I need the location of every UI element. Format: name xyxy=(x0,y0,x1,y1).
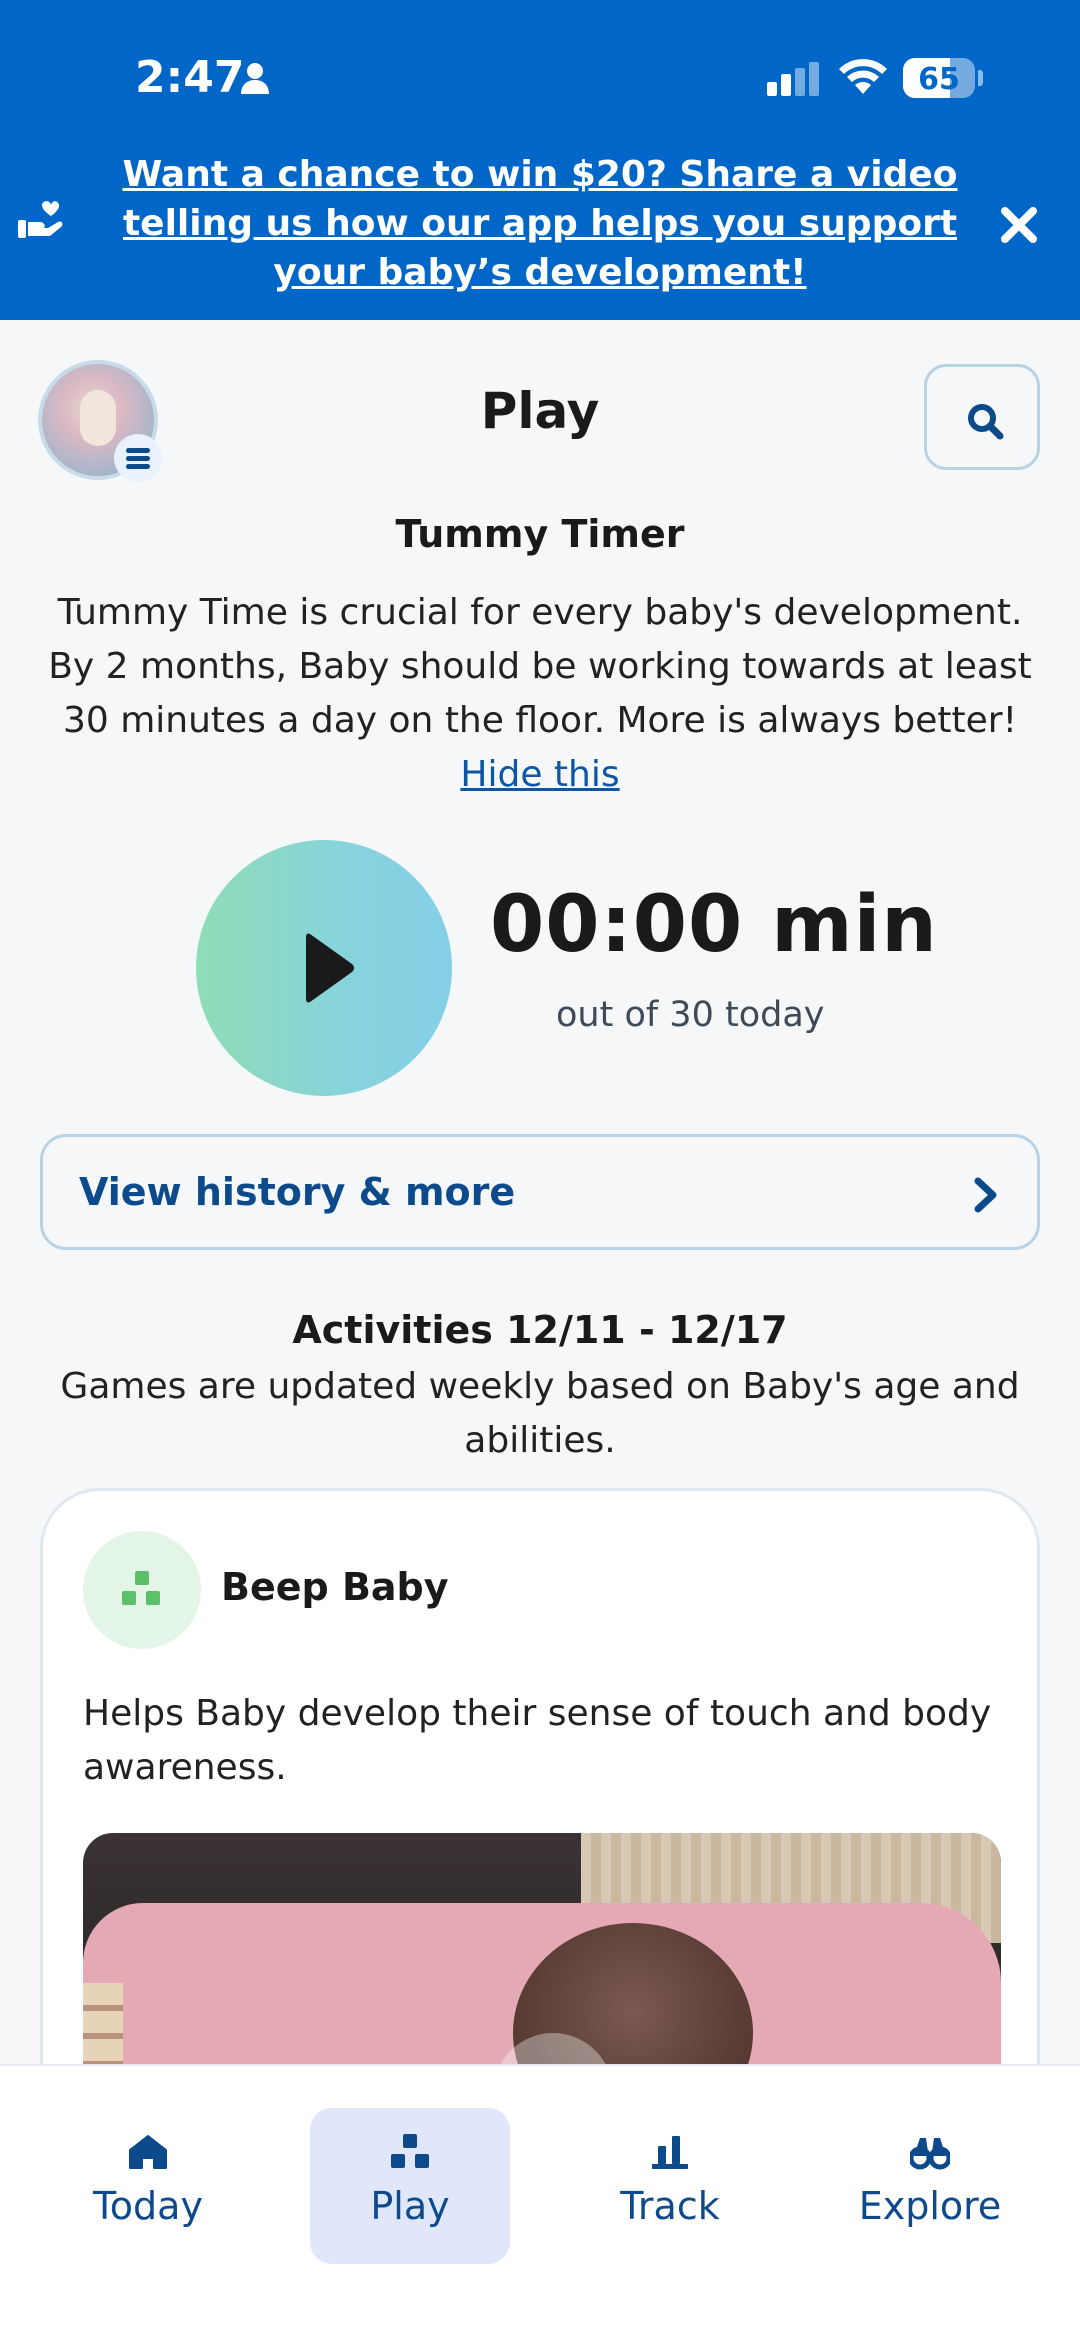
nav-explore[interactable]: Explore xyxy=(830,2108,1030,2264)
bar-chart-icon xyxy=(652,2136,688,2169)
play-icon xyxy=(306,933,354,1003)
activity-title: Beep Baby xyxy=(221,1565,449,1609)
nav-today[interactable]: Today xyxy=(48,2108,248,2264)
signal-icon xyxy=(767,62,819,96)
chevron-right-icon xyxy=(974,1177,997,1213)
wifi-icon xyxy=(839,59,887,94)
search-button[interactable] xyxy=(924,364,1040,470)
view-history-label: View history & more xyxy=(79,1170,516,1214)
blocks-icon xyxy=(122,1571,160,1605)
timer-title: Tummy Timer xyxy=(395,512,685,556)
nav-label: Explore xyxy=(858,2184,1002,2228)
menu-icon xyxy=(126,448,150,469)
page-title: Play xyxy=(480,382,600,440)
nav-track[interactable]: Track xyxy=(570,2108,770,2264)
battery-indicator: 65 xyxy=(903,58,975,98)
timer-unit: min xyxy=(771,880,938,970)
hide-link[interactable]: Hide this xyxy=(460,754,619,795)
bottom-nav: Today Play Track Explore xyxy=(0,2064,1080,2347)
timer-description-text: Tummy Time is crucial for every baby's d… xyxy=(48,592,1032,741)
blocks-icon xyxy=(391,2134,429,2168)
timer-play-button[interactable] xyxy=(196,840,452,1096)
status-bar: 2:47 65 xyxy=(0,52,1080,108)
timer-description: Tummy Time is crucial for every baby's d… xyxy=(34,586,1046,802)
activity-description: Helps Baby develop their sense of touch … xyxy=(83,1693,992,1788)
search-icon xyxy=(968,404,1004,440)
nav-label: Play xyxy=(370,2184,450,2228)
person-icon xyxy=(241,63,269,94)
close-icon[interactable] xyxy=(1000,206,1038,244)
hand-heart-icon xyxy=(18,201,63,238)
promo-link[interactable]: Want a chance to win $20? Share a video … xyxy=(90,150,990,297)
timer-time: 00:00 xyxy=(490,880,744,970)
status-time: 2:47 xyxy=(135,52,245,103)
nav-label: Track xyxy=(620,2184,720,2228)
home-icon xyxy=(129,2135,167,2169)
view-history-button[interactable]: View history & more xyxy=(40,1134,1040,1250)
timer-goal: out of 30 today xyxy=(556,995,825,1035)
nav-label: Today xyxy=(93,2184,203,2228)
battery-level: 65 xyxy=(918,62,960,97)
activities-title: Activities 12/11 - 12/17 xyxy=(292,1308,788,1352)
page-header: Play xyxy=(0,360,1080,482)
binoculars-icon xyxy=(910,2138,950,2170)
menu-button[interactable] xyxy=(114,434,162,482)
timer-display: 00:00 min xyxy=(490,880,938,970)
nav-play[interactable]: Play xyxy=(310,2108,510,2264)
activities-subtitle: Games are updated weekly based on Baby's… xyxy=(60,1366,1020,1461)
promo-banner: 2:47 65 Want a chance to win $20? Share … xyxy=(0,0,1080,320)
activity-icon-badge xyxy=(83,1531,201,1649)
